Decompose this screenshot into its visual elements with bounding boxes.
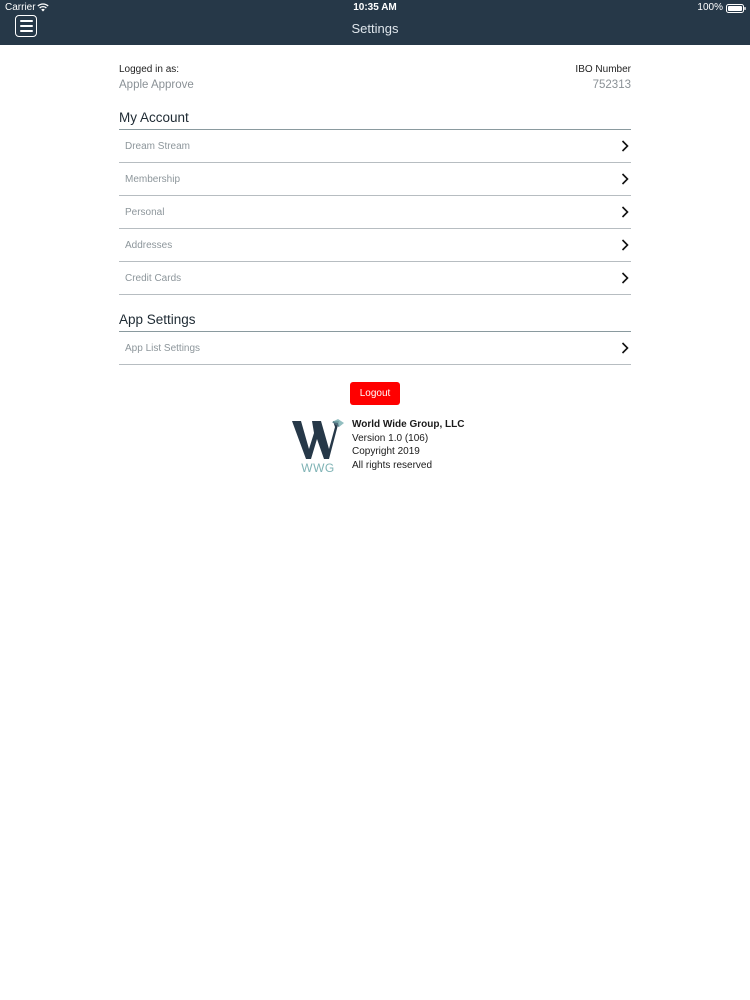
clock-label: 10:35 AM — [353, 2, 397, 13]
ibo-number-value: 752313 — [592, 79, 631, 91]
chevron-right-icon — [621, 173, 629, 185]
chevron-right-icon — [621, 342, 629, 354]
status-bar: Carrier 10:35 AM 100% — [0, 0, 750, 16]
row-membership[interactable]: Membership — [119, 163, 631, 196]
row-personal[interactable]: Personal — [119, 196, 631, 229]
navigation-bar: Carrier 10:35 AM 100% Settings — [0, 0, 750, 45]
logo-text: WWG — [301, 461, 335, 475]
battery-percent: 100% — [697, 2, 723, 13]
row-addresses[interactable]: Addresses — [119, 229, 631, 262]
chevron-right-icon — [621, 206, 629, 218]
chevron-right-icon — [621, 140, 629, 152]
row-label: Addresses — [125, 239, 173, 251]
row-dream-stream[interactable]: Dream Stream — [119, 130, 631, 163]
battery-icon — [726, 4, 746, 13]
row-app-list-settings[interactable]: App List Settings — [119, 332, 631, 365]
chevron-right-icon — [621, 239, 629, 251]
row-label: Membership — [125, 173, 181, 185]
row-label: Credit Cards — [125, 272, 182, 284]
row-label: Personal — [125, 206, 165, 218]
row-label: App List Settings — [125, 342, 201, 354]
account-info: Logged in as: Apple Approve IBO Number 7… — [119, 60, 631, 100]
app-version: Version 1.0 (106) — [352, 432, 429, 444]
company-name: World Wide Group, LLC — [352, 419, 465, 430]
page-title: Settings — [351, 21, 399, 36]
my-account-heading: My Account — [119, 110, 631, 130]
app-settings-heading: App Settings — [119, 312, 631, 332]
row-credit-cards[interactable]: Credit Cards — [119, 262, 631, 295]
chevron-right-icon — [621, 272, 629, 284]
rights-reserved: All rights reserved — [352, 459, 433, 471]
ibo-number-label: IBO Number — [575, 64, 631, 75]
logout-container: Logout — [119, 382, 631, 405]
copyright: Copyright 2019 — [352, 446, 420, 457]
app-footer: WWG World Wide Group, LLC Version 1.0 (1… — [119, 419, 631, 483]
footer-info: World Wide Group, LLC Version 1.0 (106) … — [352, 418, 465, 472]
logged-in-label: Logged in as: — [119, 64, 180, 75]
logout-button[interactable]: Logout — [349, 382, 401, 405]
company-logo: WWG — [292, 419, 344, 475]
row-label: Dream Stream — [125, 140, 191, 152]
settings-content: Logged in as: Apple Approve IBO Number 7… — [119, 60, 631, 483]
logged-in-user: Apple Approve — [119, 79, 194, 91]
